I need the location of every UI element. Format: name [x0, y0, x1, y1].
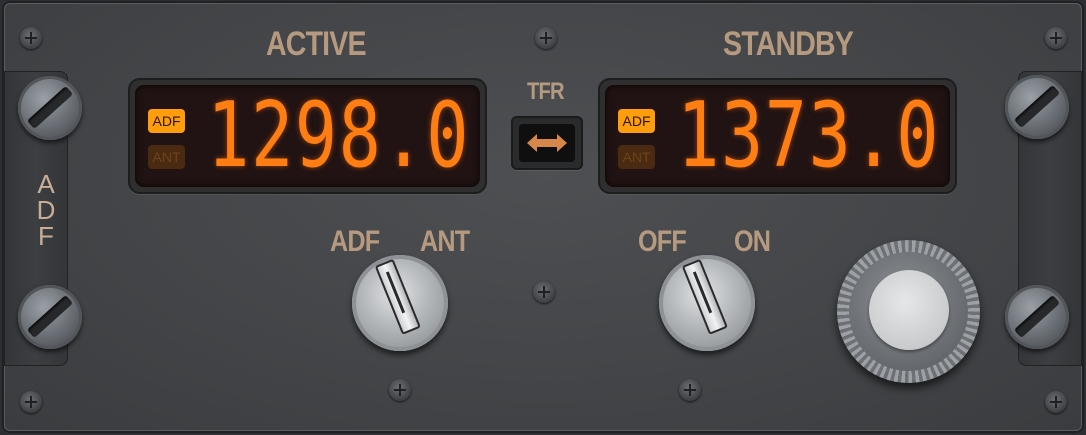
standby-label: STANDBY — [723, 25, 854, 63]
transfer-button[interactable] — [511, 116, 583, 170]
adf-control-panel: A D F ACTIVE STANDBY TFR ADF ANT 1298.0 … — [4, 3, 1082, 431]
double-arrow-icon — [527, 134, 567, 152]
selector-pointer — [681, 258, 728, 335]
screw-icon — [679, 379, 701, 401]
tuning-knob-cap — [869, 270, 949, 350]
standby-frequency: 1373.0 — [677, 83, 940, 188]
screw-icon — [1045, 391, 1067, 413]
selector-pointer — [374, 258, 421, 335]
active-adf-annunciator: ADF — [148, 109, 185, 133]
power-selector-on-label: ON — [734, 225, 771, 258]
mount-screw-icon — [1005, 285, 1069, 349]
mode-selector-adf-label: ADF — [330, 225, 380, 258]
screw-icon — [533, 281, 555, 303]
active-label: ACTIVE — [266, 25, 367, 63]
screw-icon — [535, 27, 557, 49]
mount-screw-icon — [18, 285, 82, 349]
screw-icon — [20, 391, 42, 413]
active-frequency: 1298.0 — [207, 83, 470, 188]
standby-adf-annunciator: ADF — [618, 109, 655, 133]
frequency-tuning-knob[interactable] — [837, 240, 980, 383]
screw-icon — [1045, 27, 1067, 49]
mount-screw-icon — [1005, 75, 1069, 139]
standby-ant-annunciator: ANT — [618, 145, 655, 169]
active-frequency-display: ADF ANT 1298.0 — [128, 78, 487, 194]
tfr-label: TFR — [527, 78, 565, 105]
mode-selector-ant-label: ANT — [420, 225, 470, 258]
screw-icon — [389, 379, 411, 401]
adf-side-label: A D F — [36, 169, 56, 251]
mode-selector-knob[interactable] — [352, 255, 448, 351]
mount-screw-icon — [18, 76, 82, 140]
standby-frequency-display: ADF ANT 1373.0 — [598, 78, 957, 194]
power-selector-knob[interactable] — [659, 255, 755, 351]
power-selector-off-label: OFF — [638, 225, 687, 258]
screw-icon — [20, 27, 42, 49]
active-ant-annunciator: ANT — [148, 145, 185, 169]
